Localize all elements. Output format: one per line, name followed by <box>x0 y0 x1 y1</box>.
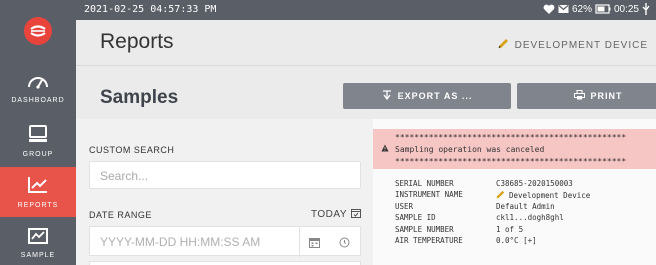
gauge-icon <box>27 73 49 94</box>
battery-percent: 62% <box>571 3 592 15</box>
status-datetime: 2021-02-25 04:57:33 PM <box>84 4 217 15</box>
row-value: Development Device <box>496 190 590 201</box>
sidebar-item-dashboard[interactable]: DASHBOARD <box>0 64 76 112</box>
alert-separator: ****************************************… <box>395 157 627 166</box>
row-key: USER <box>395 201 414 211</box>
status-indicators: 62% 00:25 <box>543 3 650 15</box>
export-icon <box>382 90 392 102</box>
section-title: Samples <box>100 87 179 108</box>
date-range-end[interactable] <box>89 261 361 265</box>
calendar-check-icon <box>351 208 361 221</box>
pencil-icon <box>498 38 509 52</box>
status-bar: 2021-02-25 04:57:33 PM 62% 00:25 <box>76 0 656 20</box>
divider <box>299 227 300 257</box>
row-key: INSTRUMENT NAME <box>395 190 463 200</box>
calendar-icon[interactable] <box>309 235 320 253</box>
line-chart-icon <box>28 228 48 249</box>
usb-icon <box>642 3 650 15</box>
row-value-text: Development Device <box>509 191 591 201</box>
sidebar: DASHBOARD GROUP REPORTS SAMPLE <box>0 0 76 265</box>
heart-icon <box>543 4 555 15</box>
search-panel: CUSTOM SEARCH DATE RANGE TODAY <box>76 119 373 265</box>
page-header: Reports DEVELOPMENT DEVICE <box>76 20 656 66</box>
date-range-label: DATE RANGE <box>89 210 152 220</box>
app-root: DASHBOARD GROUP REPORTS SAMPLE 2021-02-2… <box>0 0 656 265</box>
alert-message: Sampling operation was canceled <box>395 145 545 154</box>
row-key: SERIAL NUMBER <box>395 179 454 188</box>
row-value-text: 0.0°C [+] <box>496 235 537 245</box>
row-value: ckl1...dogh8ghl <box>496 213 564 222</box>
row-value: C38685-2020150003 <box>496 179 573 188</box>
row-key: SAMPLE NUMBER <box>395 224 454 234</box>
device-indicator: DEVELOPMENT DEVICE <box>498 38 648 52</box>
sidebar-item-label: DASHBOARD <box>11 96 65 104</box>
start-date-input[interactable] <box>100 233 300 251</box>
today-button[interactable]: TODAY <box>311 208 361 221</box>
sidebar-item-label: SAMPLE <box>20 252 56 259</box>
device-name: DEVELOPMENT DEVICE <box>514 39 648 51</box>
clock-icon[interactable] <box>339 235 350 253</box>
sidebar-item-reports[interactable]: REPORTS <box>0 167 76 217</box>
export-label: EXPORT AS ... <box>397 91 473 101</box>
row-value-text: ckl1...dogh8ghl <box>496 213 564 223</box>
row-value: 0.0°C [+] <box>496 236 537 245</box>
sidebar-item-group[interactable]: GROUP <box>0 117 76 165</box>
search-box <box>89 161 361 189</box>
report-preview: ****************************************… <box>373 119 656 265</box>
sidebar-item-label: REPORTS <box>17 201 59 209</box>
mail-icon <box>558 4 569 14</box>
today-label: TODAY <box>310 209 347 220</box>
page-title: Reports <box>100 30 174 53</box>
date-range-start <box>89 226 361 257</box>
print-button[interactable]: PRINT <box>517 83 656 109</box>
logo[interactable] <box>0 0 76 62</box>
row-value-text: 1 of 5 <box>496 224 524 234</box>
search-input[interactable] <box>100 167 340 185</box>
logo-icon <box>24 17 52 45</box>
sidebar-item-sample[interactable]: SAMPLE <box>0 222 76 265</box>
print-label: PRINT <box>590 91 623 101</box>
section-header: Samples EXPORT AS ... PRINT <box>76 66 656 119</box>
row-key: AIR TEMPERATURE <box>395 235 463 245</box>
sidebar-item-label: GROUP <box>22 150 54 158</box>
row-value-text: Default Admin <box>496 201 555 211</box>
row-key: SAMPLE ID <box>395 213 436 223</box>
pencil-icon <box>496 190 505 201</box>
warning-icon <box>381 144 389 154</box>
alert-banner: ****************************************… <box>373 129 656 169</box>
printer-icon <box>573 90 585 102</box>
alert-separator: ****************************************… <box>395 133 627 142</box>
battery-time: 00:25 <box>613 3 639 15</box>
battery-icon <box>595 4 611 14</box>
row-value-text: C38685-2020150003 <box>496 179 573 188</box>
row-value: Default Admin <box>496 202 555 211</box>
row-value: 1 of 5 <box>496 225 523 234</box>
monitor-icon <box>28 124 48 148</box>
export-button[interactable]: EXPORT AS ... <box>343 83 511 109</box>
chart-icon <box>27 176 49 199</box>
custom-search-label: CUSTOM SEARCH <box>89 145 175 155</box>
